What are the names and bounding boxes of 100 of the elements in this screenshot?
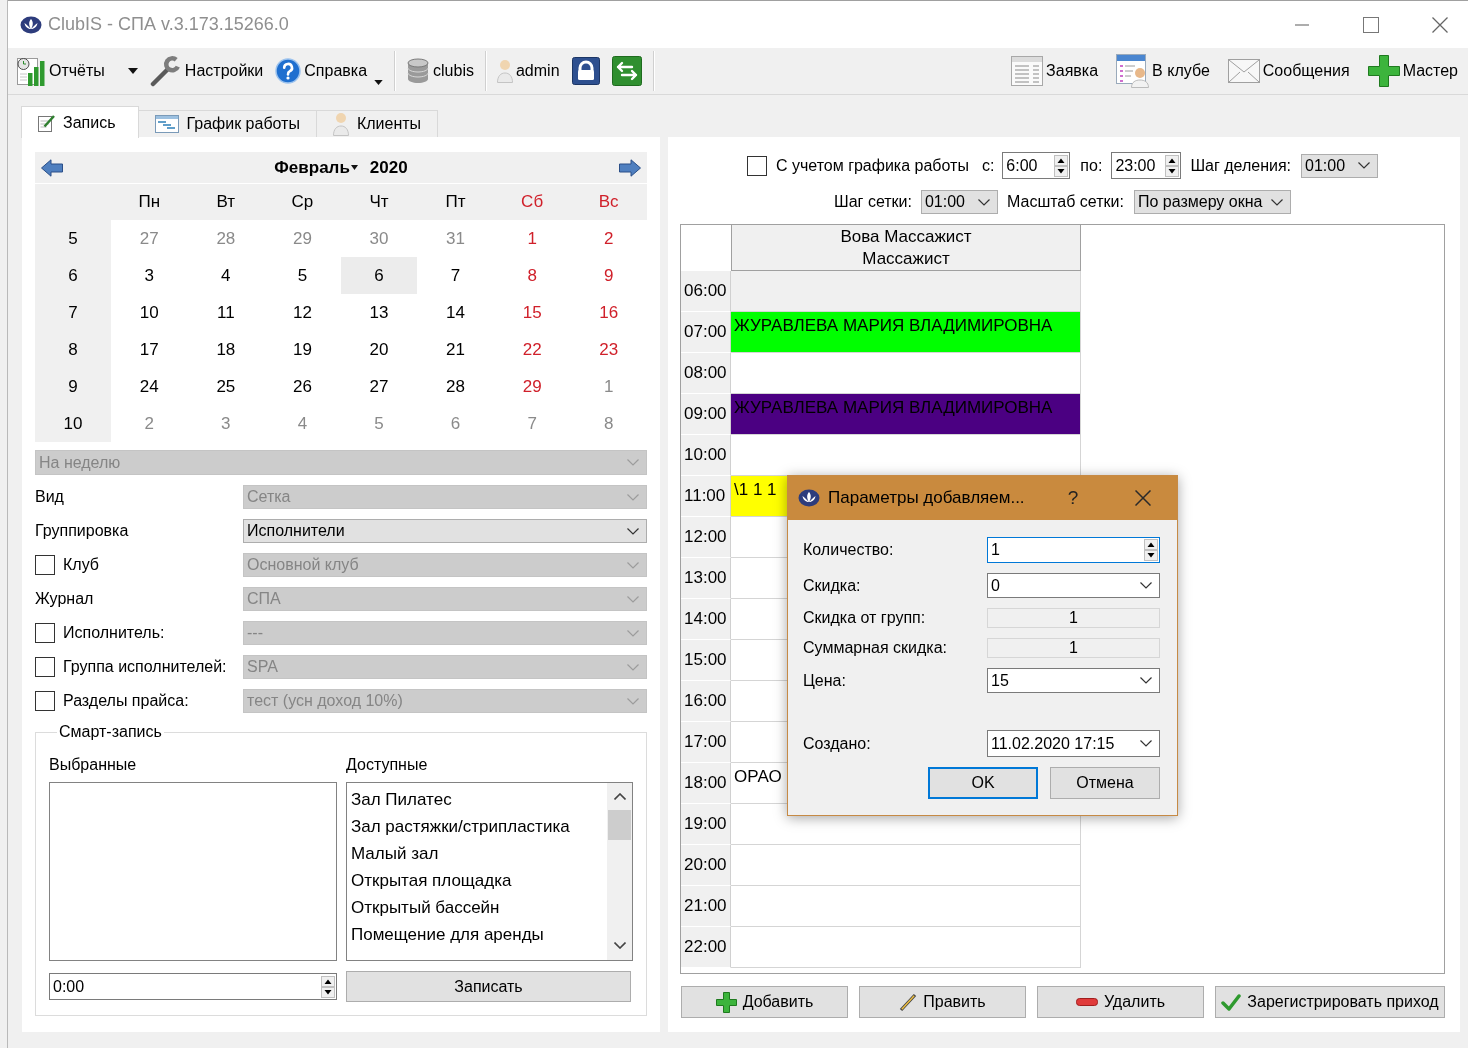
spin-arrows-icon[interactable] <box>1054 154 1069 177</box>
tab[interactable]: Запись <box>21 106 139 138</box>
reports-button[interactable]: Отчёты <box>10 51 144 91</box>
calendar-day[interactable]: 17 <box>111 331 188 368</box>
calendar-day[interactable]: 15 <box>493 294 571 331</box>
calendar-day[interactable]: 2 <box>570 220 647 257</box>
calendar-day[interactable]: 8 <box>493 257 571 294</box>
settings-button[interactable]: Настройки <box>143 51 270 91</box>
calendar-day[interactable]: 27 <box>340 368 418 405</box>
close-icon[interactable] <box>1432 16 1448 33</box>
caret-icon[interactable] <box>127 68 138 74</box>
arrow-left-icon[interactable] <box>41 158 63 177</box>
chevron-down-icon[interactable] <box>613 942 626 949</box>
calendar-day[interactable]: 12 <box>264 294 341 331</box>
list-item[interactable]: Малый зал <box>351 840 607 867</box>
calendar-day[interactable]: 23 <box>570 331 647 368</box>
calendar-day[interactable]: 11 <box>187 294 265 331</box>
scrollbar-thumb[interactable] <box>608 810 631 840</box>
list-item[interactable]: Зал растяжки/стрипластика <box>351 813 607 840</box>
caret-icon[interactable] <box>374 80 384 85</box>
calendar-day[interactable]: 28 <box>417 368 494 405</box>
maximize-icon[interactable] <box>1363 16 1379 33</box>
dropdown[interactable]: 11.02.2020 17:15 <box>987 730 1160 757</box>
calendar-day[interactable]: 4 <box>187 257 265 294</box>
calendar-day[interactable]: 27 <box>111 220 188 257</box>
scrollbar[interactable] <box>607 783 632 960</box>
arrows-icon[interactable] <box>611 56 642 86</box>
calendar-day[interactable]: 9 <box>570 257 647 294</box>
calendar-day[interactable]: 30 <box>340 220 418 257</box>
delete-button[interactable]: Удалить <box>1037 986 1204 1018</box>
booking-block[interactable]: ЖУРАВЛЕВА МАРИЯ ВЛАДИМИРОВНА <box>731 312 1081 353</box>
close-icon[interactable] <box>1135 490 1151 506</box>
calendar-day[interactable]: 2 <box>111 405 188 442</box>
calendar-day[interactable]: 28 <box>187 220 265 257</box>
submit-button[interactable]: Записать <box>346 971 631 1002</box>
list-item[interactable]: Открытая площадка <box>351 867 607 894</box>
help-button[interactable]: Справка <box>269 51 390 91</box>
calendar-day[interactable]: 6 <box>340 257 418 294</box>
booking-block[interactable]: \1 1 1 <box>731 476 787 517</box>
dropdown[interactable]: 01:00 <box>920 190 998 214</box>
dropdown[interactable]: 01:00 <box>1301 153 1379 178</box>
calendar-day[interactable]: 29 <box>264 220 341 257</box>
list-item[interactable]: Открытый бассейн <box>351 894 607 921</box>
calendar-day[interactable]: 24 <box>111 368 188 405</box>
spin-arrows-icon[interactable] <box>1165 154 1180 177</box>
month-label[interactable]: Февраль <box>274 157 350 178</box>
calendar-day[interactable]: 5 <box>340 405 418 442</box>
calendar-day[interactable]: 29 <box>493 368 571 405</box>
spin-box[interactable]: 23:00 <box>1111 152 1182 179</box>
messages-button[interactable]: Сообщения <box>1221 51 1356 91</box>
calendar-day[interactable]: 1 <box>493 220 571 257</box>
chevron-up-icon[interactable] <box>613 793 626 800</box>
calendar-day[interactable]: 6 <box>417 405 494 442</box>
calendar-day[interactable]: 26 <box>264 368 341 405</box>
caret-icon[interactable] <box>350 164 358 170</box>
column-header[interactable]: Вова Массажист Массажист <box>731 225 1081 271</box>
calendar-day[interactable]: 5 <box>264 257 341 294</box>
spin-arrows-icon[interactable] <box>1144 539 1158 561</box>
year-label[interactable]: 2020 <box>369 157 408 178</box>
calendar-day[interactable]: 25 <box>187 368 265 405</box>
calendar-day[interactable]: 3 <box>111 257 188 294</box>
request-button[interactable]: Заявка <box>1005 51 1105 91</box>
dropdown[interactable]: Исполнители <box>243 519 647 543</box>
calendar-day[interactable]: 21 <box>417 331 494 368</box>
database-button[interactable]: clubis <box>400 51 480 91</box>
user-button[interactable]: admin <box>490 51 566 91</box>
wizard-button[interactable]: Мастер <box>1361 51 1464 91</box>
calendar-day[interactable]: 19 <box>264 331 341 368</box>
time-field[interactable]: 0:00 <box>49 973 337 1000</box>
list-item[interactable]: Помещение для аренды <box>351 921 607 948</box>
calendar-day[interactable]: 20 <box>340 331 418 368</box>
calendar-day[interactable]: 22 <box>493 331 571 368</box>
add-button[interactable]: Добавить <box>681 986 848 1018</box>
in-club-button[interactable]: В клубе <box>1110 51 1216 91</box>
calendar-day[interactable]: 13 <box>340 294 418 331</box>
dropdown[interactable]: 15 <box>987 668 1160 693</box>
dropdown[interactable]: 0 <box>987 573 1160 598</box>
spin-box[interactable]: 1 <box>987 537 1160 563</box>
field-label: Скидка: <box>803 576 861 595</box>
calendar-day[interactable]: 14 <box>417 294 494 331</box>
checkbox[interactable] <box>746 155 767 176</box>
tab[interactable]: Клиенты <box>315 110 439 137</box>
help-button[interactable]: ? <box>1059 483 1087 513</box>
arrow-right-icon[interactable] <box>619 158 641 177</box>
spin-box[interactable]: 6:00 <box>1002 152 1071 179</box>
ok-button[interactable]: OK <box>928 767 1038 799</box>
calendar-day[interactable]: 16 <box>570 294 647 331</box>
dropdown[interactable]: По размеру окна <box>1133 190 1291 214</box>
calendar-day[interactable]: 10 <box>111 294 188 331</box>
spin-arrows-icon[interactable] <box>321 975 335 998</box>
list-box[interactable]: Зал Пилатес Зал растяжки/стрипластика Малый зал Открытая площадка Открытый бассейн Помещение для аренды <box>346 782 633 961</box>
calendar-day[interactable]: 8 <box>570 405 647 442</box>
time-slot[interactable] <box>731 435 1081 476</box>
list-item[interactable]: Зал Пилатес <box>351 786 607 813</box>
calendar-day[interactable]: 7 <box>417 257 494 294</box>
calendar-day[interactable]: 3 <box>187 405 265 442</box>
edit-button[interactable]: Править <box>859 986 1026 1018</box>
cancel-button[interactable]: Отмена <box>1050 767 1160 799</box>
lock-icon[interactable] <box>571 57 600 85</box>
calendar-day[interactable]: 18 <box>187 331 265 368</box>
